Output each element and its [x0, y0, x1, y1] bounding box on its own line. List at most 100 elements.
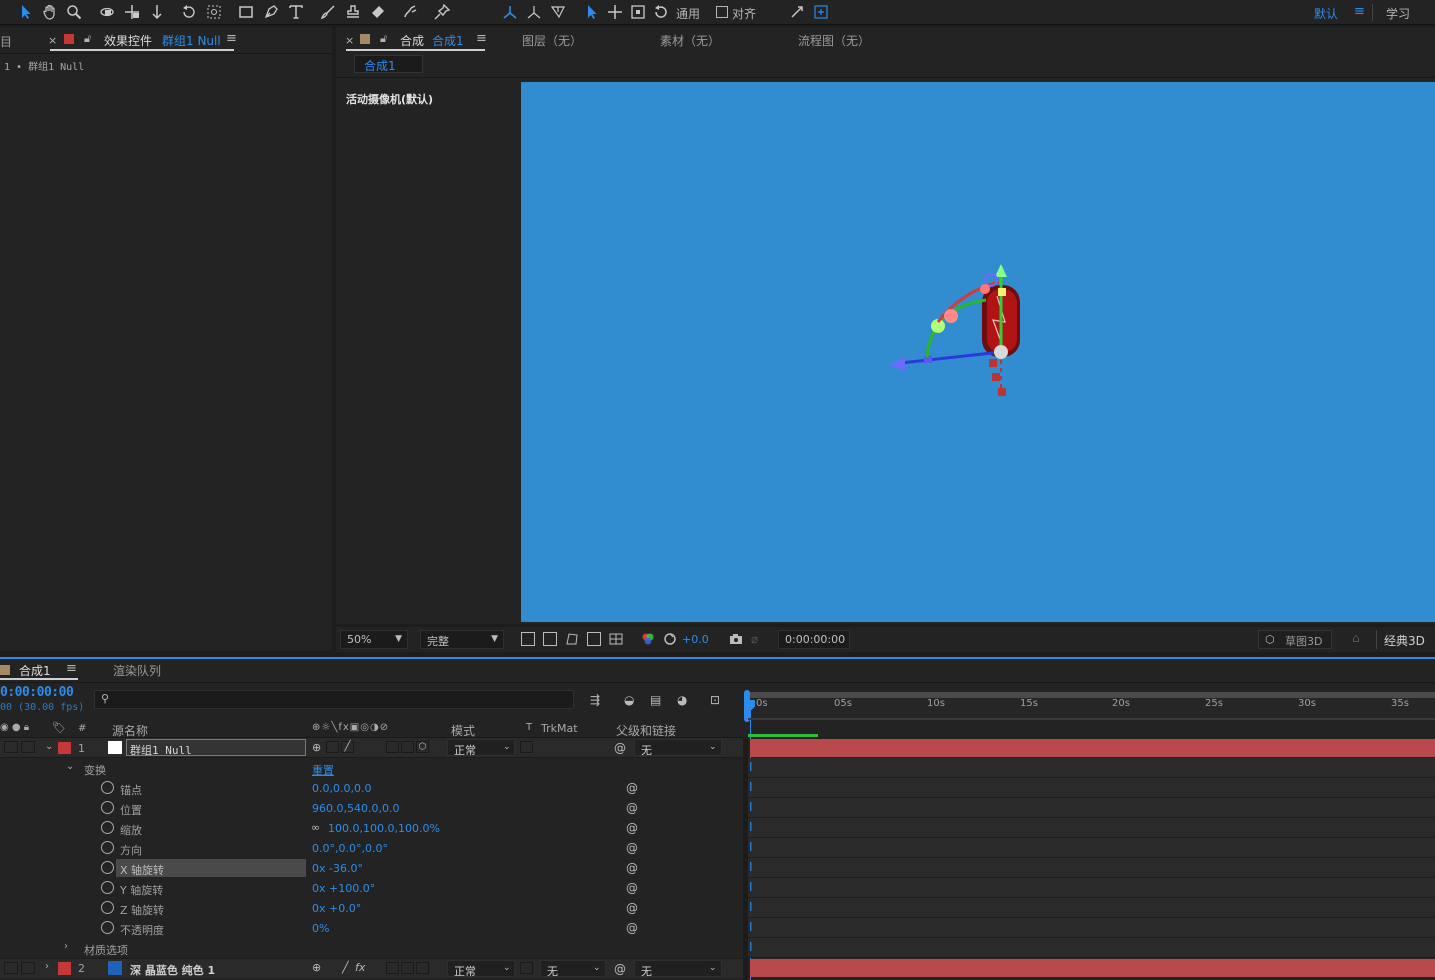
layer-name[interactable]: 深 晶蓝色 纯色 1	[130, 962, 215, 978]
lock-icon[interactable]: 🔓︎	[84, 32, 91, 46]
3d-layer-switch-icon[interactable]: ⬡	[416, 741, 429, 753]
expand-chevron-icon[interactable]: ›	[64, 941, 68, 952]
magnification-dropdown[interactable]: 50% ▼	[340, 630, 408, 649]
uniform-scale-handle[interactable]	[998, 288, 1006, 296]
layer-row[interactable]: › 2 深 晶蓝色 纯色 1 ⊕ ╱ fx 正常 ⌄ 无 ⌄ @ 无 ⌄	[0, 958, 743, 978]
workspace-learn[interactable]: 学习	[1386, 5, 1410, 22]
stopwatch-icon[interactable]	[101, 861, 114, 874]
y-axis-arrow-icon[interactable]	[995, 264, 1007, 277]
gizmo-origin-handle[interactable]	[994, 345, 1008, 359]
property-value[interactable]: 0.0,0.0,0.0	[312, 782, 371, 795]
snapshot-camera-icon[interactable]	[729, 632, 743, 646]
pick-whip-icon[interactable]: @	[626, 921, 638, 935]
pick-whip-icon[interactable]: @	[626, 841, 638, 855]
effect-controls-target[interactable]: 群组1 Null	[162, 32, 221, 49]
parent-link-header[interactable]: 父级和链接	[616, 722, 676, 739]
pick-whip-icon[interactable]: @	[626, 861, 638, 875]
mask-visibility-icon[interactable]	[565, 632, 579, 646]
comp-subtab[interactable]: 合成1	[354, 55, 423, 73]
frame-blend-switch[interactable]	[386, 962, 399, 974]
pick-whip-icon[interactable]: @	[626, 821, 638, 835]
frame-blend-switch[interactable]	[386, 741, 399, 753]
source-name-header[interactable]: 源名称	[112, 722, 148, 739]
panel-menu-icon[interactable]: ≡	[226, 31, 237, 46]
3d-view-icon[interactable]: ⌂	[1352, 631, 1360, 645]
property-value[interactable]: 0x +0.0°	[312, 902, 361, 915]
anchor-point-tool-icon[interactable]	[203, 2, 225, 22]
align-checkbox[interactable]	[716, 6, 728, 18]
motion-blur-switch[interactable]	[401, 962, 414, 974]
layer-row[interactable]: ⌄ 1 群组1 Null ⊕ ╱ ⬡ 正常 ⌄ @ 无 ⌄	[0, 738, 743, 758]
panel-menu-icon[interactable]: ≡	[66, 661, 77, 676]
renderer-button[interactable]: ⬡ 草图3D	[1258, 630, 1332, 649]
effects-switch-icon[interactable]: fx	[355, 961, 365, 974]
stopwatch-icon[interactable]	[101, 801, 114, 814]
property-value[interactable]: 0x +100.0°	[312, 882, 375, 895]
orbit-camera-icon[interactable]	[97, 2, 119, 22]
local-axis-mode-icon[interactable]	[499, 2, 521, 22]
gizmo-move-icon[interactable]	[604, 2, 626, 22]
flowchart-tab[interactable]: 流程图（无）	[798, 32, 870, 49]
current-timecode[interactable]: 0:00:00:00	[0, 685, 74, 700]
motion-blur-switch[interactable]	[401, 741, 414, 753]
expand-chevron-icon[interactable]: ⌄	[66, 761, 74, 772]
blend-mode-dropdown[interactable]: 正常 ⌄	[447, 960, 515, 978]
pick-whip-icon[interactable]: @	[626, 881, 638, 895]
render-queue-tab[interactable]: 渲染队列	[113, 662, 161, 679]
workspace-menu-icon[interactable]: ≡	[1354, 4, 1365, 19]
graph-editor-icon[interactable]: ⊡	[710, 693, 720, 707]
panel-menu-icon[interactable]: ≡	[476, 31, 487, 46]
shy-switch-icon[interactable]: ⊕	[312, 961, 321, 974]
pen-tool-icon[interactable]	[260, 2, 282, 22]
property-value[interactable]: 100.0,100.0,100.0%	[328, 822, 440, 835]
composition-tab[interactable]: 合成	[400, 32, 424, 49]
rotate-tool-icon[interactable]	[178, 2, 200, 22]
x-rotation-handle[interactable]	[944, 309, 958, 323]
property-value[interactable]: 0.0°,0.0°,0.0°	[312, 842, 388, 855]
timeline-tab-comp[interactable]: 合成1	[19, 662, 51, 679]
zoom-tool-icon[interactable]	[63, 2, 85, 22]
gizmo-scale-icon[interactable]	[627, 2, 649, 22]
3d-layer-switch[interactable]	[416, 962, 429, 974]
property-value[interactable]: 0%	[312, 922, 329, 935]
pick-whip-icon[interactable]: @	[614, 962, 626, 976]
roto-brush-tool-icon[interactable]	[399, 2, 421, 22]
collapse-switch[interactable]	[326, 741, 339, 753]
property-row[interactable]: 方向 0.0°,0.0°,0.0° @	[0, 838, 743, 858]
stopwatch-icon[interactable]	[101, 781, 114, 794]
stopwatch-icon[interactable]	[101, 901, 114, 914]
layer-name-field[interactable]: 群组1 Null	[126, 739, 306, 757]
property-row[interactable]: 位置 960.0,540.0,0.0 @	[0, 798, 743, 818]
constrain-proportions-icon[interactable]: ∞	[311, 821, 320, 834]
composition-canvas[interactable]	[521, 82, 1435, 622]
mode-header[interactable]: 模式	[451, 722, 475, 739]
property-row[interactable]: Z 轴旋转 0x +0.0° @	[0, 898, 743, 918]
quality-switch-icon[interactable]: ╱	[341, 741, 354, 753]
pan-camera-icon[interactable]	[121, 2, 143, 22]
x-axis-handle[interactable]	[980, 284, 990, 294]
solo-toggle[interactable]	[21, 962, 35, 974]
lock-icon[interactable]: 🔓︎	[380, 32, 387, 46]
brush-tool-icon[interactable]	[317, 2, 339, 22]
reset-transform-link[interactable]: 重置	[312, 762, 334, 778]
expand-chevron-icon[interactable]: ›	[45, 961, 49, 972]
preserve-transparency-switch[interactable]	[520, 962, 533, 974]
shy-switch-icon[interactable]: ⊕	[312, 741, 321, 754]
view-axis-mode-icon[interactable]	[547, 2, 569, 22]
layer-duration-bar[interactable]	[750, 739, 1435, 757]
layer-tab[interactable]: 图层（无）	[522, 32, 582, 49]
pick-whip-icon[interactable]: @	[626, 781, 638, 795]
property-row-selected[interactable]: X 轴旋转 0x -36.0° @	[0, 858, 743, 878]
close-tab-icon[interactable]: ×	[345, 34, 354, 47]
eraser-tool-icon[interactable]	[367, 2, 389, 22]
selection-tool-icon[interactable]	[15, 2, 37, 22]
z-axis-arrow-icon[interactable]	[889, 357, 905, 371]
property-row[interactable]: 锚点 0.0,0.0,0.0 @	[0, 778, 743, 798]
property-row[interactable]: 缩放 ∞ 100.0,100.0,100.0% @	[0, 818, 743, 838]
world-axis-mode-icon[interactable]	[523, 2, 545, 22]
trkmat-header[interactable]: TrkMat	[541, 722, 578, 735]
trkmat-dropdown[interactable]: 无 ⌄	[540, 960, 606, 978]
frame-blending-icon[interactable]: ▤	[650, 693, 661, 707]
comp-mini-flowchart-icon[interactable]: ⇶	[590, 693, 600, 707]
visibility-toggle[interactable]	[4, 741, 18, 753]
